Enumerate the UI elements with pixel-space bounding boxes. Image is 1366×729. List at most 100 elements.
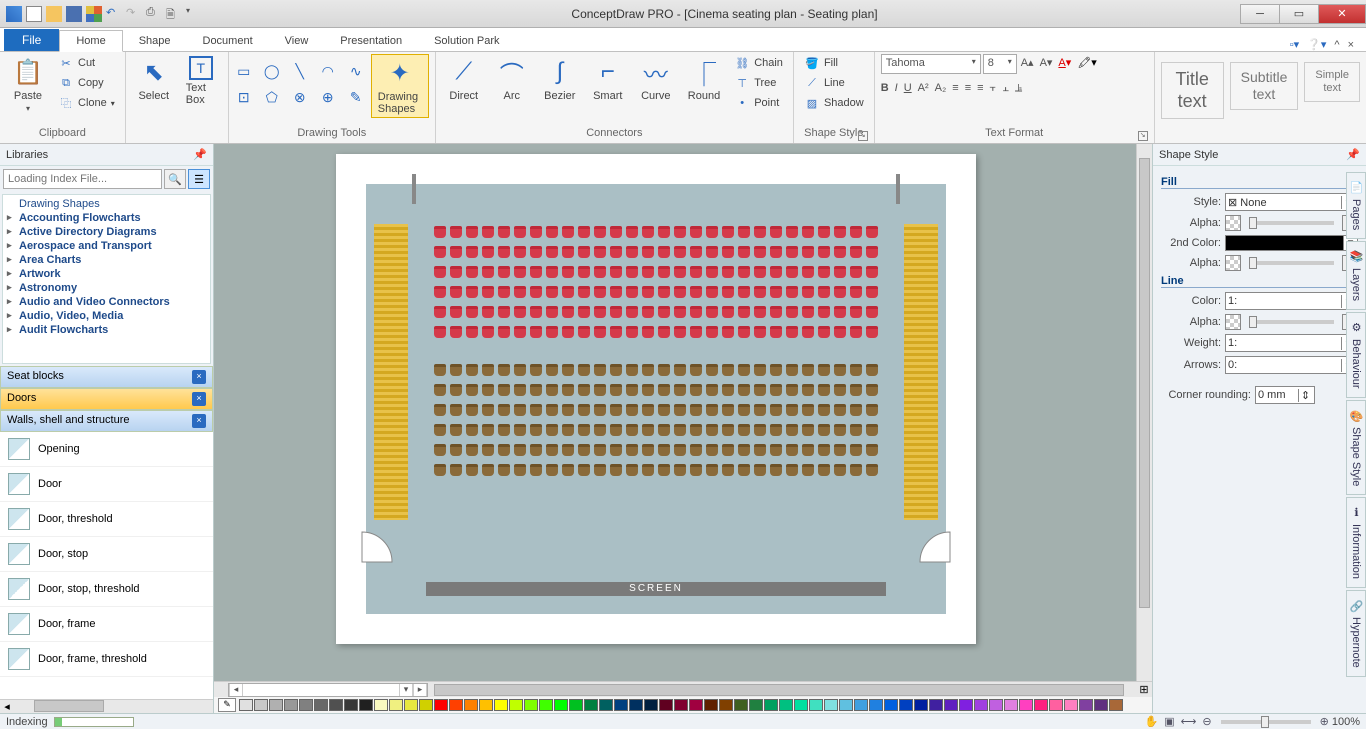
- library-search-input[interactable]: [3, 169, 162, 189]
- page-prev-icon[interactable]: ◂: [229, 684, 243, 696]
- second-color-select[interactable]: ▾: [1225, 235, 1358, 251]
- close-category-icon[interactable]: ×: [192, 414, 206, 428]
- bold-button[interactable]: B: [881, 82, 889, 95]
- tool-line-icon[interactable]: ╲: [291, 62, 309, 80]
- door-list-item[interactable]: Door, stop, threshold: [0, 572, 213, 607]
- palette-swatch[interactable]: [344, 699, 358, 711]
- align-middle-button[interactable]: ⫠: [1002, 82, 1009, 95]
- palette-swatch[interactable]: [869, 699, 883, 711]
- file-tab[interactable]: File: [4, 29, 59, 51]
- palette-swatch[interactable]: [899, 699, 913, 711]
- connector-smart[interactable]: ⌐Smart: [586, 54, 630, 104]
- zoom-slider[interactable]: [1221, 720, 1311, 724]
- ribbon-minimize-icon[interactable]: ^: [1334, 39, 1339, 51]
- text-format-launcher[interactable]: ↘: [1138, 131, 1148, 141]
- lib-item[interactable]: Active Directory Diagrams: [3, 225, 210, 239]
- select-button[interactable]: ⬉Select: [132, 54, 176, 104]
- door-list-item[interactable]: Door: [0, 467, 213, 502]
- palette-swatch[interactable]: [329, 699, 343, 711]
- qat-dropdown-icon[interactable]: ▾: [186, 6, 202, 22]
- palette-swatch[interactable]: [1094, 699, 1108, 711]
- canvas-viewport[interactable]: SCREEN: [214, 144, 1152, 681]
- line-alpha-slider[interactable]: [1249, 320, 1334, 324]
- palette-swatch[interactable]: [929, 699, 943, 711]
- palette-swatch[interactable]: [779, 699, 793, 711]
- connector-curve[interactable]: 〰Curve: [634, 54, 678, 104]
- zoom-level[interactable]: 100%: [1332, 716, 1360, 728]
- side-tab-hypernote[interactable]: 🔗Hypernote: [1346, 590, 1366, 677]
- lib-item[interactable]: Drawing Shapes: [3, 197, 210, 211]
- lib-item[interactable]: Astronomy: [3, 281, 210, 295]
- title-text-style[interactable]: Title text: [1161, 62, 1224, 119]
- page-dropdown-icon[interactable]: ▾: [399, 684, 413, 696]
- palette-swatch[interactable]: [794, 699, 808, 711]
- palette-swatch[interactable]: [749, 699, 763, 711]
- side-tab-pages[interactable]: 📄Pages: [1346, 172, 1366, 239]
- door-list-item[interactable]: Door, frame: [0, 607, 213, 642]
- palette-swatch[interactable]: [629, 699, 643, 711]
- palette-swatch[interactable]: [269, 699, 283, 711]
- new-doc-icon[interactable]: [26, 6, 42, 22]
- second-alpha-slider[interactable]: [1249, 261, 1334, 265]
- palette-swatch[interactable]: [854, 699, 868, 711]
- superscript-button[interactable]: A²: [918, 82, 929, 95]
- door-list[interactable]: Opening Door Door, threshold Door, stop …: [0, 432, 213, 699]
- side-tab-behaviour[interactable]: ⚙Behaviour: [1346, 312, 1366, 398]
- palette-swatch[interactable]: [839, 699, 853, 711]
- shape-style-launcher[interactable]: ↘: [858, 131, 868, 141]
- italic-button[interactable]: I: [895, 82, 898, 95]
- drawing-shapes-button[interactable]: ✦Drawing Shapes: [371, 54, 429, 118]
- textbox-button[interactable]: TText Box: [180, 54, 222, 108]
- print-preview-icon[interactable]: 🗎: [166, 6, 182, 22]
- palette-swatch[interactable]: [734, 699, 748, 711]
- close-category-icon[interactable]: ×: [192, 392, 206, 406]
- tab-shape[interactable]: Shape: [123, 31, 187, 51]
- palette-swatch[interactable]: [1079, 699, 1093, 711]
- category-doors[interactable]: Doors×: [0, 388, 213, 410]
- palette-swatch[interactable]: [239, 699, 253, 711]
- open-icon[interactable]: [46, 6, 62, 22]
- search-button[interactable]: 🔍: [164, 169, 186, 189]
- align-bottom-button[interactable]: ⫡: [1015, 82, 1022, 95]
- lib-item[interactable]: Area Charts: [3, 253, 210, 267]
- palette-swatch[interactable]: [944, 699, 958, 711]
- connector-direct[interactable]: ⟋Direct: [442, 54, 486, 104]
- palette-swatch[interactable]: [689, 699, 703, 711]
- palette-swatch[interactable]: [374, 699, 388, 711]
- connector-arc[interactable]: ⌒Arc: [490, 54, 534, 104]
- category-seat-blocks[interactable]: Seat blocks×: [0, 366, 213, 388]
- palette-swatch[interactable]: [704, 699, 718, 711]
- palette-swatch[interactable]: [539, 699, 553, 711]
- palette-swatch[interactable]: [404, 699, 418, 711]
- palette-swatch[interactable]: [1004, 699, 1018, 711]
- palette-swatch[interactable]: [509, 699, 523, 711]
- subtitle-text-style[interactable]: Subtitle text: [1230, 62, 1299, 110]
- doc-close-icon[interactable]: ×: [1348, 39, 1354, 51]
- palette-swatch[interactable]: [1019, 699, 1033, 711]
- palette-swatch[interactable]: [1064, 699, 1078, 711]
- undo-icon[interactable]: ↶: [106, 6, 122, 22]
- lib-item[interactable]: Accounting Flowcharts: [3, 211, 210, 225]
- font-shrink-icon[interactable]: A▾: [1038, 54, 1055, 74]
- tool-union-icon[interactable]: ⊕: [319, 88, 337, 106]
- lib-item[interactable]: Audio and Video Connectors: [3, 295, 210, 309]
- palette-swatch[interactable]: [284, 699, 298, 711]
- tab-home[interactable]: Home: [59, 30, 122, 52]
- connector-bezier[interactable]: ∫Bezier: [538, 54, 582, 104]
- options-icon[interactable]: ▫▾: [1290, 38, 1299, 51]
- palette-swatch[interactable]: [644, 699, 658, 711]
- tool-intersect-icon[interactable]: ⊗: [291, 88, 309, 106]
- palette-swatch[interactable]: [494, 699, 508, 711]
- palette-swatch[interactable]: [1049, 699, 1063, 711]
- palette-swatch[interactable]: [584, 699, 598, 711]
- font-color-icon[interactable]: A▾: [1056, 54, 1073, 74]
- pan-tool-icon[interactable]: ✋: [1145, 715, 1159, 728]
- grid-icon[interactable]: [86, 6, 102, 22]
- lib-item[interactable]: Audio, Video, Media: [3, 309, 210, 323]
- connector-round[interactable]: ⎾Round: [682, 54, 726, 104]
- left-panel-scrollbar[interactable]: ◂: [0, 699, 213, 713]
- canvas-hscrollbar[interactable]: [432, 683, 1136, 697]
- subscript-button[interactable]: A₂: [935, 82, 947, 95]
- align-left-button[interactable]: ≡: [952, 82, 958, 95]
- palette-swatch[interactable]: [959, 699, 973, 711]
